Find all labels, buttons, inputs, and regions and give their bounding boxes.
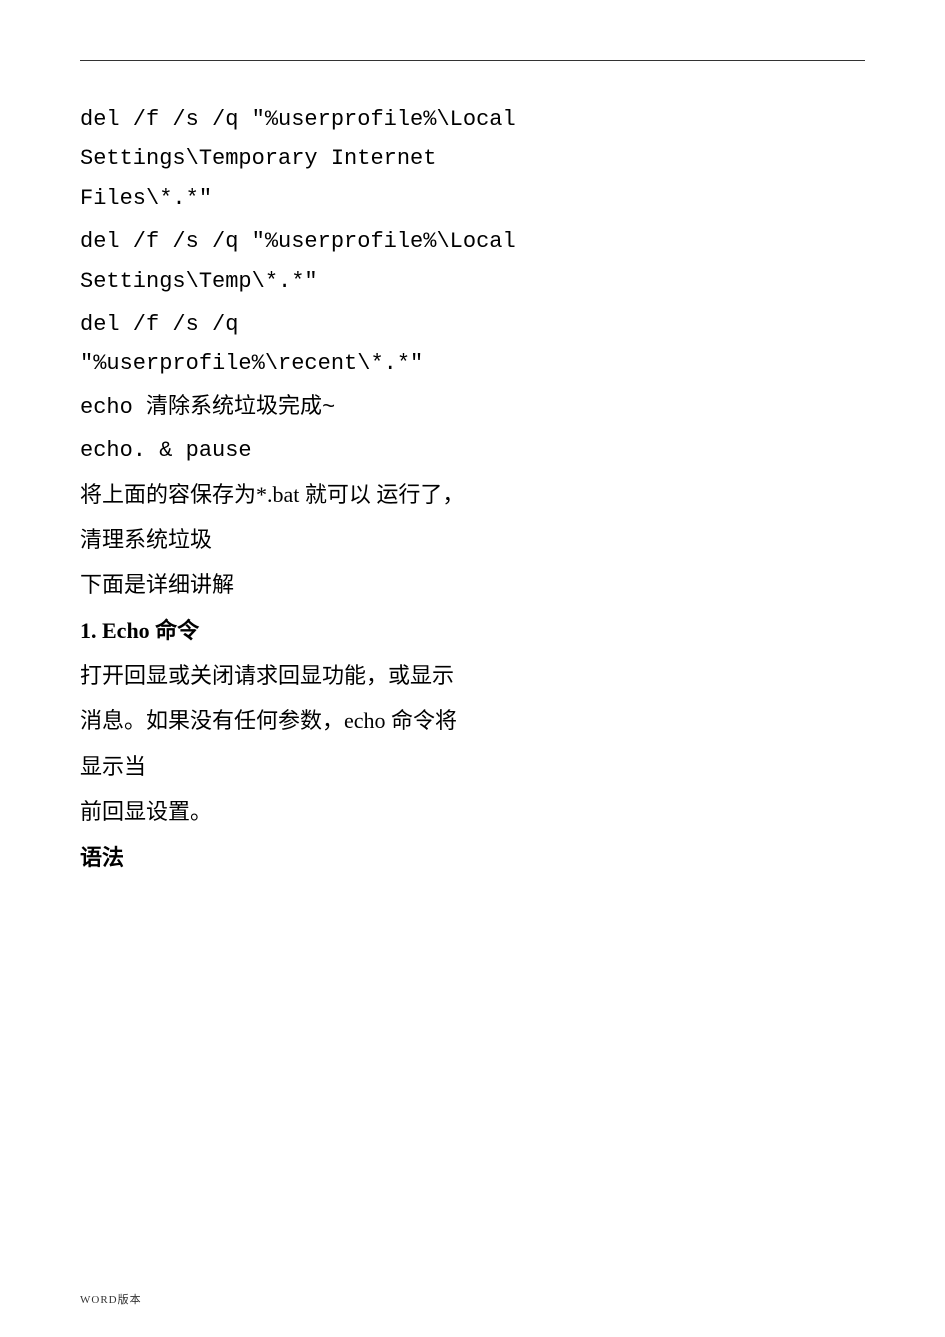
code-line: del /f /s /q: [80, 306, 865, 343]
code-line: del /f /s /q "%userprofile%\Local: [80, 101, 865, 138]
page-container: del /f /s /q "%userprofile%\Local Settin…: [0, 0, 945, 1337]
text-line: 清理系统垃圾: [80, 521, 865, 558]
code-block-4: echo 清除系统垃圾完成~: [80, 389, 865, 426]
text-section-1: 将上面的容保存为*.bat 就可以 运行了，: [80, 476, 865, 513]
text-line: 将上面的容保存为*.bat 就可以 运行了，: [80, 476, 865, 513]
code-line: Settings\Temp\*.*": [80, 263, 865, 300]
code-line: echo. & pause: [80, 432, 865, 469]
text-section-2: 清理系统垃圾: [80, 521, 865, 558]
text-section-6: 前回显设置。: [80, 793, 865, 830]
code-block-3: del /f /s /q "%userprofile%\recent\*.*": [80, 306, 865, 383]
text-line: 消息。如果没有任何参数，echo 命令将: [80, 702, 865, 739]
heading-echo: 1. Echo 命令: [80, 612, 865, 649]
code-block-2: del /f /s /q "%userprofile%\Local Settin…: [80, 223, 865, 300]
text-section-4: 1. Echo 命令: [80, 612, 865, 649]
code-line: Settings\Temporary Internet: [80, 140, 865, 177]
text-section-7: 语法: [80, 839, 865, 876]
heading-syntax: 语法: [80, 839, 865, 876]
text-section-3: 下面是详细讲解: [80, 566, 865, 603]
text-line: 下面是详细讲解: [80, 566, 865, 603]
text-section-5: 打开回显或关闭请求回显功能，或显示 消息。如果没有任何参数，echo 命令将 显…: [80, 657, 865, 785]
text-line: 前回显设置。: [80, 793, 865, 830]
code-block-1: del /f /s /q "%userprofile%\Local Settin…: [80, 101, 865, 217]
code-block-5: echo. & pause: [80, 432, 865, 469]
text-line: 显示当: [80, 748, 865, 785]
code-line: echo 清除系统垃圾完成~: [80, 389, 865, 426]
code-line: "%userprofile%\recent\*.*": [80, 345, 865, 382]
word-version-label: WORD版本: [80, 1291, 142, 1307]
text-line: 打开回显或关闭请求回显功能，或显示: [80, 657, 865, 694]
divider-line: [80, 60, 865, 61]
code-line: del /f /s /q "%userprofile%\Local: [80, 223, 865, 260]
code-line: Files\*.*": [80, 180, 865, 217]
